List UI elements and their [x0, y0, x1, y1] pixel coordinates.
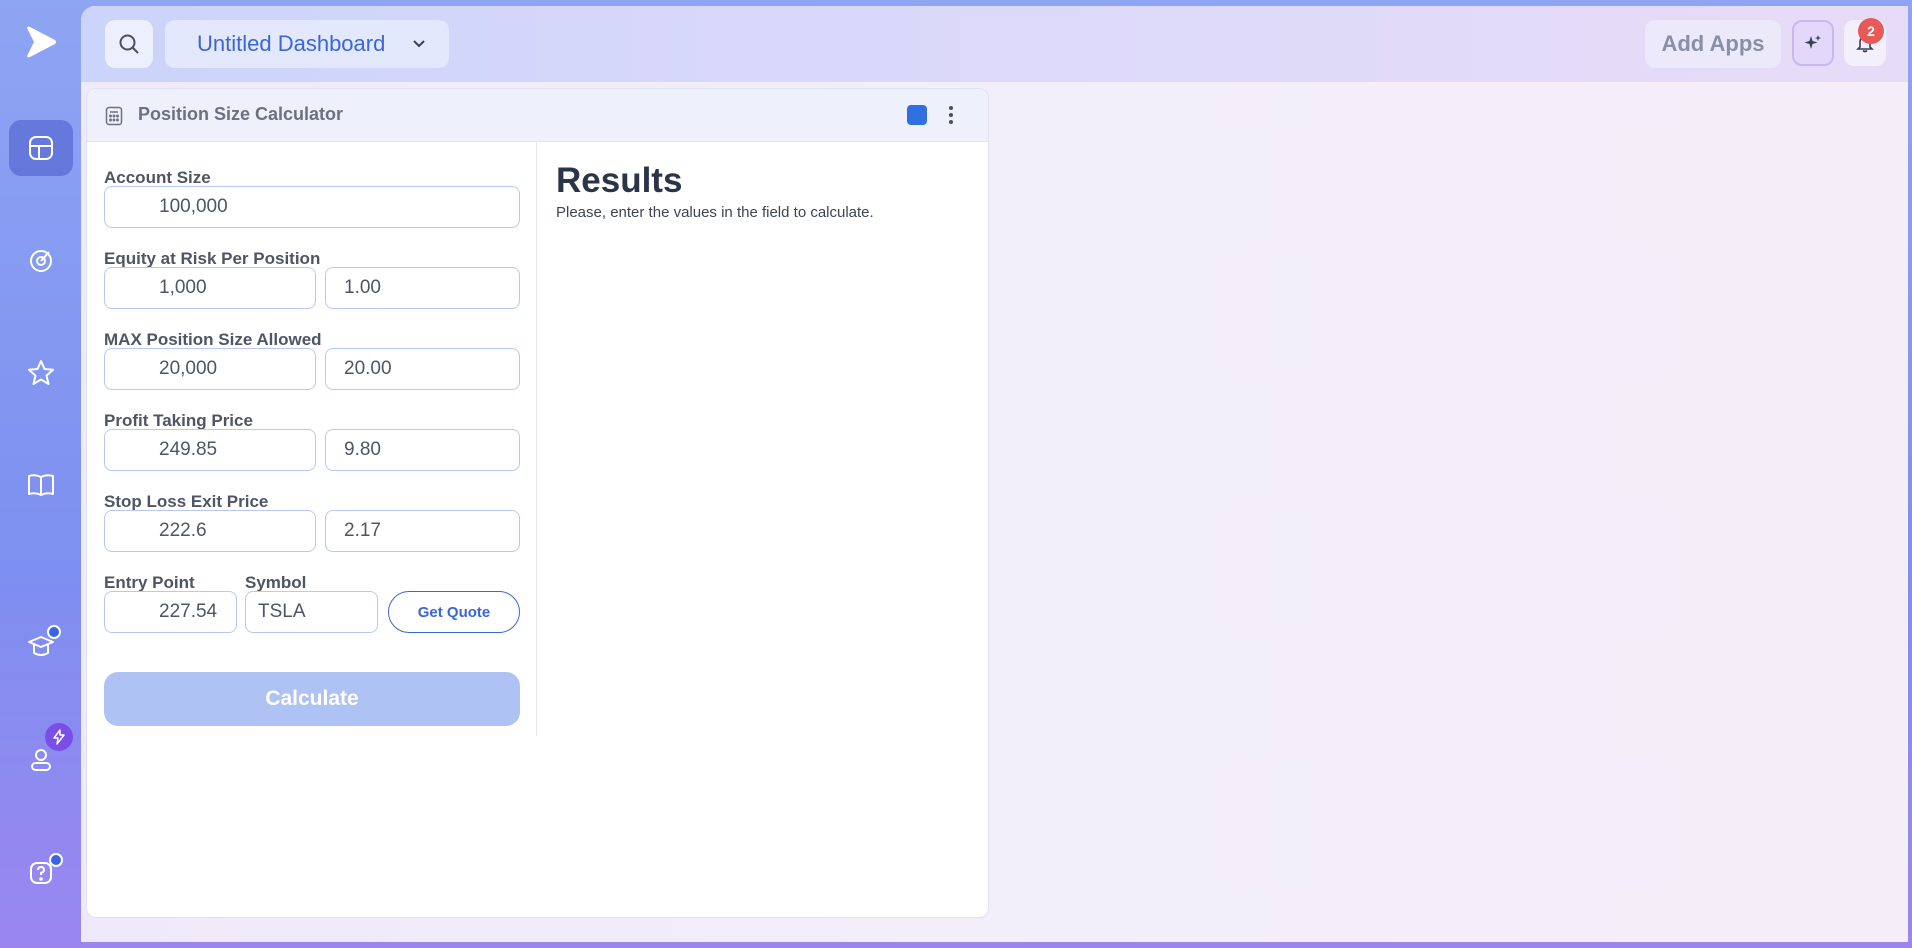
max-position-percent-input[interactable]: 20.00: [325, 348, 520, 390]
profit-taking-label: Profit Taking Price: [104, 411, 253, 430]
sidebar: [0, 0, 81, 948]
notification-badge: 2: [1858, 18, 1884, 44]
sidebar-item-target[interactable]: [9, 232, 73, 288]
profit-taking-percent-input[interactable]: 9.80: [325, 429, 520, 471]
search-button[interactable]: [105, 20, 153, 68]
chevron-down-icon: [413, 40, 425, 48]
calculator-icon: [105, 106, 123, 126]
widget-header: Position Size Calculator: [87, 89, 988, 142]
equity-at-risk-percent-input[interactable]: 1.00: [325, 267, 520, 309]
search-icon: [119, 34, 139, 54]
sidebar-item-dashboard[interactable]: [9, 120, 73, 176]
entry-point-input[interactable]: 227.54: [104, 591, 237, 633]
results-title: Results: [556, 161, 683, 200]
account-size-input[interactable]: 100,000: [104, 186, 520, 228]
sidebar-item-library[interactable]: [9, 457, 73, 513]
get-quote-button[interactable]: Get Quote: [388, 591, 520, 633]
top-bar: Untitled Dashboard Add Apps 2: [81, 6, 1908, 82]
target-icon: [30, 250, 52, 272]
account-size-label: Account Size: [104, 168, 211, 187]
ai-assistant-button[interactable]: [1792, 20, 1834, 66]
dashboard-title: Untitled Dashboard: [197, 31, 386, 56]
max-position-label: MAX Position Size Allowed: [104, 330, 322, 349]
stop-loss-percent-input[interactable]: 2.17: [325, 510, 520, 552]
results-message: Please, enter the values in the field to…: [556, 204, 874, 221]
more-options-icon[interactable]: [947, 103, 955, 127]
profit-taking-price-input[interactable]: 249.85: [104, 429, 316, 471]
max-position-amount-input[interactable]: 20,000: [104, 348, 316, 390]
widget-color-picker[interactable]: [907, 105, 927, 125]
sparkle-icon: [1804, 35, 1821, 49]
main-panel: Untitled Dashboard Add Apps 2 Position S…: [81, 6, 1908, 942]
symbol-label: Symbol: [245, 573, 307, 592]
logo-icon[interactable]: [22, 24, 58, 60]
entry-point-label: Entry Point: [104, 573, 195, 592]
star-icon: [28, 360, 54, 385]
help-indicator: [49, 853, 63, 867]
stop-loss-price-input[interactable]: 222.6: [104, 510, 316, 552]
sidebar-item-help[interactable]: [9, 845, 73, 901]
add-apps-button[interactable]: Add Apps: [1645, 20, 1781, 68]
symbol-input[interactable]: TSLA: [245, 591, 378, 633]
book-icon: [28, 474, 54, 496]
stop-loss-label: Stop Loss Exit Price: [104, 492, 269, 511]
dashboard-selector[interactable]: Untitled Dashboard: [165, 20, 449, 68]
equity-at-risk-amount-input[interactable]: 1,000: [104, 267, 316, 309]
widget-title: Position Size Calculator: [138, 104, 344, 124]
dashboard-icon: [29, 136, 53, 160]
position-size-calculator-widget: Position Size Calculator Account Size 10…: [86, 88, 989, 918]
bolt-icon: [45, 723, 73, 751]
equity-at-risk-label: Equity at Risk Per Position: [104, 249, 321, 268]
calculate-button[interactable]: Calculate: [104, 672, 520, 726]
calculator-form: Account Size 100,000 Equity at Risk Per …: [87, 142, 537, 736]
sidebar-item-education[interactable]: [9, 618, 73, 674]
sidebar-item-favorites[interactable]: [9, 345, 73, 401]
education-indicator: [47, 625, 61, 639]
